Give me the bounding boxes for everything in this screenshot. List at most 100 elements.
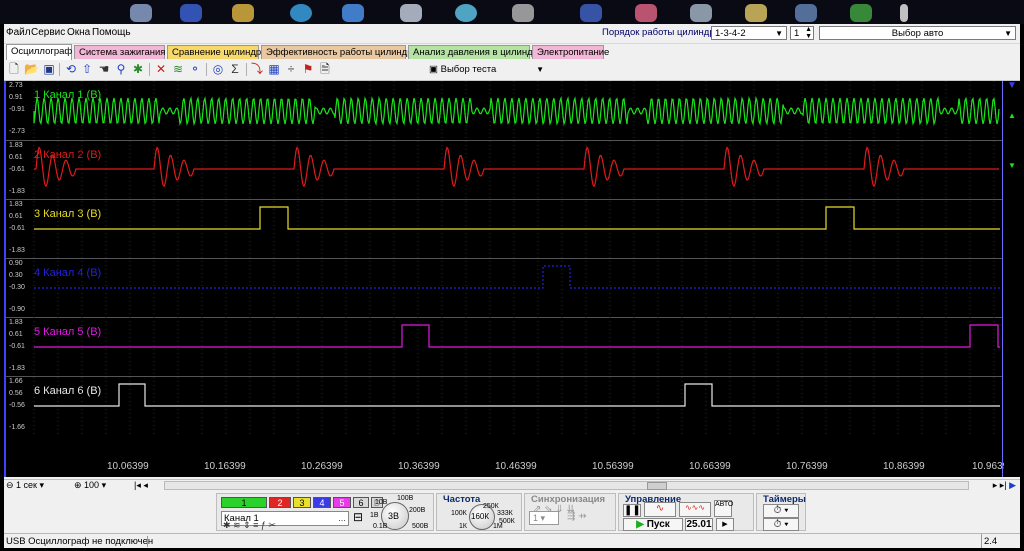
scroll-end-buttons[interactable]: ▸ ▸| ▶	[993, 480, 1016, 491]
table-icon[interactable]: ▦	[267, 62, 281, 76]
menu-service[interactable]: Сервис	[31, 27, 65, 38]
scrollbar-thumb[interactable]	[647, 482, 667, 490]
channel-3-trace	[34, 206, 1000, 230]
channel-4-trace	[34, 265, 1000, 289]
time-tick: 10.06399	[107, 461, 149, 472]
sample-rate-display: 25.01	[685, 518, 713, 531]
test-select-label: Выбор теста	[440, 64, 497, 75]
tab-cylinder-efficiency[interactable]: Эффективность работы цилиндров	[261, 45, 423, 59]
knob-label: 1М	[493, 523, 503, 530]
connection-status: USB Осциллограф не подключен	[6, 536, 154, 547]
spin-arrows-icon: ▲ ▼	[805, 26, 812, 40]
vehicle-select-value: Выбор авто	[891, 28, 944, 39]
menu-bar: Файл Сервис Окна Помощь Порядок работы ц…	[4, 24, 1020, 44]
channel-settings-icon[interactable]: ⊟	[353, 510, 363, 524]
open-folder-icon[interactable]: 📂	[24, 62, 39, 76]
sync-extra-icons[interactable]: ⇶ ⇸	[567, 511, 587, 522]
chevron-down-icon: ▼	[536, 65, 544, 74]
test-icon: ▣	[429, 64, 438, 75]
hand-icon[interactable]: ☚	[97, 62, 111, 76]
menu-windows[interactable]: Окна	[67, 27, 90, 38]
auto-icon: АВТО	[715, 501, 734, 508]
timer-button-1[interactable]: ⏱ ▾	[763, 504, 799, 518]
channel-button-2[interactable]: 2	[269, 497, 291, 508]
control-panel-group: Управление ❚❚ ∿ ∿∿∿ АВТО ▶ Пуск 25.01 ▶	[618, 493, 754, 531]
flag-icon[interactable]: ⚑	[301, 62, 315, 76]
test-select-button[interactable]: ▣ Выбор теста ▼	[429, 62, 544, 77]
timebase-value: 1 сек	[16, 480, 37, 490]
timebase-control[interactable]: ⊖ 1 сек ▾	[6, 480, 44, 491]
channel-button-1[interactable]: 1	[221, 497, 267, 508]
auto-mode-button[interactable]: АВТО	[714, 500, 734, 517]
start-button[interactable]: ▶ Пуск	[623, 518, 683, 531]
divide-icon[interactable]: ÷	[284, 62, 298, 76]
zoom-value: 100	[84, 480, 100, 490]
cylinder-order-label: Порядок работы цилиндров	[602, 27, 725, 38]
time-tick: 10.56399	[592, 461, 634, 472]
auto-icon[interactable]: ◎	[211, 62, 225, 76]
tab-pressure-analysis[interactable]: Анализ давления в цилиндре	[408, 45, 543, 59]
document-icon[interactable]: 🗎	[318, 62, 332, 76]
start-label: Пуск	[646, 519, 670, 530]
new-file-icon[interactable]: 🗋	[7, 62, 21, 76]
tab-ignition[interactable]: Система зажигания	[74, 45, 165, 59]
channel-button-3[interactable]: 3	[293, 497, 311, 508]
scroll-start-button[interactable]: |◂ ◂	[134, 480, 148, 491]
channel-button-4[interactable]: 4	[313, 497, 331, 508]
channel-button-5[interactable]: 5	[333, 497, 351, 508]
tab-oscilloscope[interactable]: Осциллограф	[6, 44, 72, 60]
overlay-icon[interactable]: ⚬	[188, 62, 202, 76]
pause-button[interactable]: ❚❚	[623, 504, 641, 517]
save-icon[interactable]: ▣	[42, 62, 56, 76]
zoom-icon[interactable]: ⚲	[114, 62, 128, 76]
auto-start-button[interactable]: ▶	[716, 518, 734, 531]
cursor-line[interactable]	[1002, 81, 1003, 477]
marker-icon[interactable]: ⇧	[80, 62, 94, 76]
toolbar-separator	[59, 63, 60, 76]
time-tick: 10.76399	[786, 461, 828, 472]
channel-tools-icons[interactable]: ✱ ≋ ⇕ ≡ ƒ ✂	[223, 520, 276, 531]
knob-label: 1К	[459, 523, 467, 530]
math-icon[interactable]: Σ	[228, 62, 242, 76]
oscilloscope-display[interactable]: 2.73 0.91 -0.91 -2.73 1 Канал 1 (В) 1.83…	[4, 80, 1020, 477]
frequency-knob-value: 160К	[471, 512, 490, 521]
channel-button-6[interactable]: 6	[353, 497, 369, 508]
version-label: 2.4	[981, 534, 997, 548]
knob-label: 333К	[497, 510, 513, 517]
knob-label: 1В	[370, 512, 379, 519]
oscilloscope-app-window: Файл Сервис Окна Помощь Порядок работы ц…	[4, 24, 1020, 548]
filter-icon[interactable]: ⤵	[250, 62, 264, 76]
knob-label: 100К	[451, 510, 467, 517]
ellipsis-icon[interactable]: …	[338, 512, 346, 525]
desktop-icon	[900, 4, 908, 22]
menu-help[interactable]: Помощь	[92, 27, 131, 38]
single-mode-button[interactable]: ∿	[644, 502, 676, 517]
spectrum-icon[interactable]: ≋	[171, 62, 185, 76]
cursor-icon[interactable]: ✕	[154, 62, 168, 76]
cursor-marker-icon[interactable]: ▼	[1007, 80, 1017, 91]
tab-cylinder-compare[interactable]: Сравнение цилиндров	[167, 45, 271, 59]
continuous-mode-button[interactable]: ∿∿∿	[679, 502, 711, 517]
toolbar-separator	[206, 63, 207, 76]
vehicle-select[interactable]: Выбор авто ▼	[819, 26, 1016, 40]
menu-file[interactable]: Файл	[6, 27, 31, 38]
tab-power-supply[interactable]: Электропитание	[532, 45, 609, 59]
desktop-icon	[795, 4, 817, 22]
cylinder-order-select[interactable]: 1-3-4-2 ▼	[711, 26, 787, 40]
pause-icon: ❚❚	[624, 505, 641, 516]
desktop-icon-strip	[0, 0, 1024, 24]
trigger-up-icon[interactable]: ▲	[1008, 111, 1016, 120]
cylinder-count-spinner[interactable]: 1 ▲ ▼	[790, 26, 814, 40]
timer-button-2[interactable]: ⏱ ▾	[763, 518, 799, 531]
waves-icon: ∿∿∿	[684, 503, 706, 512]
desktop-icon	[180, 4, 202, 22]
trigger-down-icon[interactable]: ▼	[1008, 161, 1016, 170]
zoom-control[interactable]: ⊕ 100 ▾	[74, 480, 106, 491]
horizontal-scrollbar[interactable]	[164, 481, 969, 490]
time-tick: 10.86399	[883, 461, 925, 472]
cycle-icon[interactable]: ⟲	[64, 62, 78, 76]
sync-channel-select[interactable]: 1 ▾	[529, 511, 559, 525]
measure-icon[interactable]: ✱	[131, 62, 145, 76]
channel-2-trace	[34, 146, 999, 188]
play-icon[interactable]: ▶	[1009, 480, 1016, 490]
